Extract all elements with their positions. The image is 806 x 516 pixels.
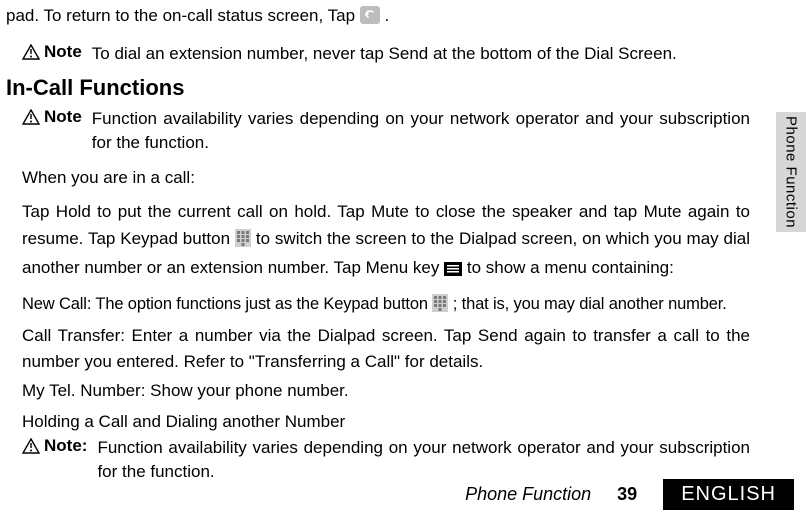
note-2: Note Function availability varies depend… [22,107,750,155]
newcall-part-b: ; that is, you may dial another number. [453,295,727,313]
section-heading: In-Call Functions [6,75,750,101]
intro-text-prefix: pad. To return to the on-call status scr… [6,6,360,25]
footer-page-number: 39 [617,484,637,505]
page-body: pad. To return to the on-call status scr… [0,0,750,484]
newcall-part-a: New Call: The option functions just as t… [22,295,428,313]
note-label-text: Note: [44,436,87,456]
note-text: To dial an extension number, never tap S… [92,42,750,66]
warning-icon [22,44,40,60]
newcall-paragraph: New Call: The option functions just as t… [22,292,750,321]
note-1: Note To dial an extension number, never … [22,42,750,66]
transfer-paragraph: Call Transfer: Enter a number via the Di… [22,323,750,376]
page-footer: Phone Function 39 ENGLISH [465,479,794,510]
intro-line: pad. To return to the on-call status scr… [6,4,750,32]
warning-icon [22,109,40,125]
note-label-text: Note [44,107,82,127]
side-tab-label: Phone Function [783,116,800,228]
note-label-text: Note [44,42,82,62]
warning-icon [22,438,40,454]
note-text: Function availability varies depending o… [92,107,750,155]
side-tab: Phone Function [776,112,806,232]
footer-language-badge: ENGLISH [663,479,794,510]
main-paragraph: Tap Hold to put the current call on hold… [22,199,750,284]
note-label: Note [22,107,82,127]
note-label: Note [22,42,82,62]
note-text: Function availability varies depending o… [97,436,750,484]
mytel-paragraph: My Tel. Number: Show your phone number. [22,378,750,404]
note-3: Note: Function availability varies depen… [22,436,750,484]
lead-paragraph: When you are in a call: [22,165,750,191]
footer-title: Phone Function [465,484,591,505]
intro-text-suffix: . [384,6,389,25]
keypad-icon [235,229,251,255]
keypad-icon [432,294,448,321]
menu-key-icon [444,258,462,284]
back-icon [360,6,380,32]
main-part-c: to show a menu containing: [467,258,674,277]
note-label: Note: [22,436,87,456]
subheading: Holding a Call and Dialing another Numbe… [22,412,750,432]
